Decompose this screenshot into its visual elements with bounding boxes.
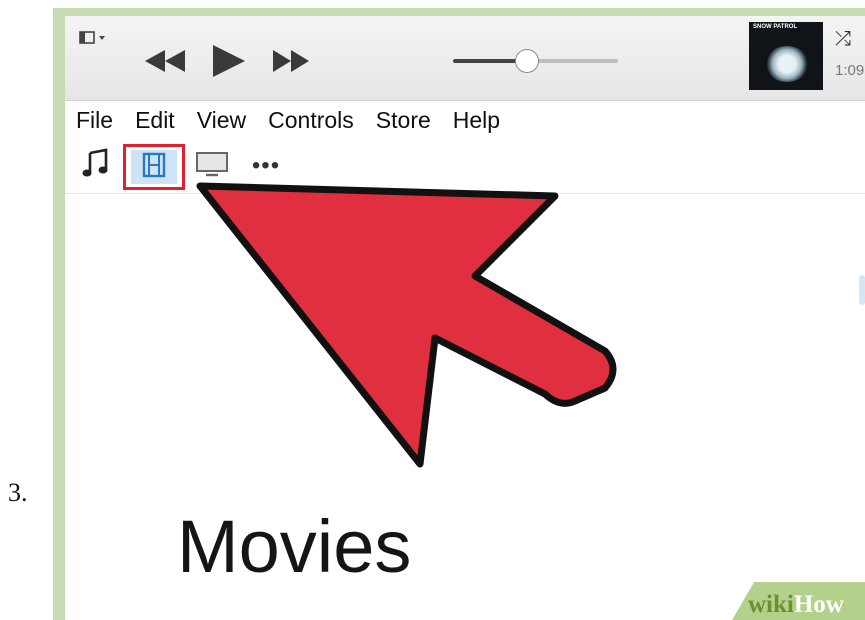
- itunes-window: SNOW PATROL ⤮ 1:09 File Edit View Contro…: [65, 16, 865, 620]
- watermark-wiki: wiki: [748, 591, 794, 618]
- screenshot-frame: SNOW PATROL ⤮ 1:09 File Edit View Contro…: [53, 8, 865, 620]
- page-title: Movies: [177, 505, 412, 588]
- wikihow-watermark: wikiHow: [748, 591, 844, 619]
- watermark-how: How: [793, 591, 844, 618]
- step-number: 3.: [8, 478, 28, 507]
